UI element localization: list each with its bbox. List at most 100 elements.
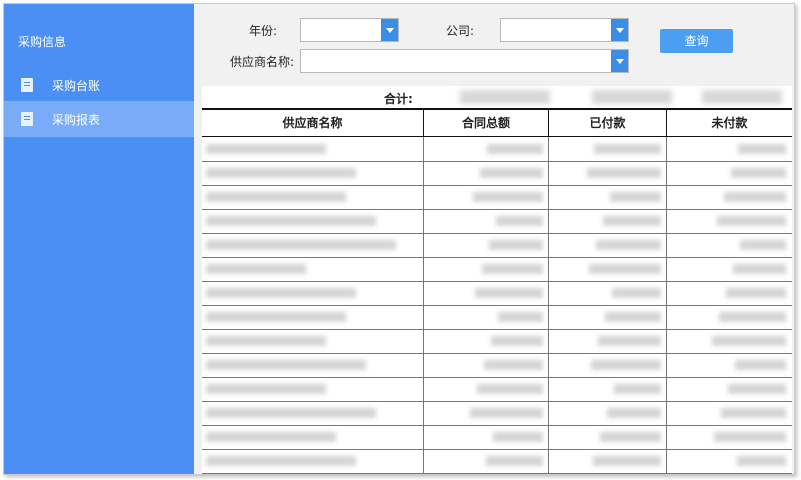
- redacted-value: [714, 432, 786, 442]
- redacted-value: [475, 288, 543, 298]
- redacted-value: [600, 432, 661, 442]
- redacted-value: [487, 144, 543, 154]
- table-row: [202, 425, 792, 450]
- redacted-value: [724, 192, 786, 202]
- sidebar-title: 采购信息: [18, 35, 67, 49]
- redacted-value: [733, 264, 786, 274]
- redacted-value: [482, 264, 543, 274]
- redacted-value: [614, 384, 661, 394]
- document-icon: [21, 112, 33, 126]
- cell-unpaid: [667, 377, 792, 401]
- header-supplier-name: 供应商名称: [202, 110, 424, 136]
- table-row: [202, 161, 792, 186]
- chevron-down-icon[interactable]: [611, 19, 628, 41]
- cell-unpaid: [667, 209, 792, 233]
- redacted-value: [719, 312, 786, 322]
- redacted-value: [206, 432, 336, 442]
- redacted-value: [728, 384, 786, 394]
- sidebar-item-purchase-ledger[interactable]: 采购台账: [4, 67, 194, 103]
- cell-paid: [549, 257, 667, 281]
- cell-paid: [549, 305, 667, 329]
- cell-contract-total: [424, 161, 549, 185]
- year-select[interactable]: [300, 18, 399, 42]
- redacted-value: [491, 336, 543, 346]
- app-window: 采购信息 采购台账 采购报表 年份: 公司: 供应商名称: 查询 合计: 供应商…: [3, 3, 795, 475]
- redacted-value: [206, 240, 396, 250]
- redacted-value: [206, 456, 356, 466]
- cell-unpaid: [667, 305, 792, 329]
- cell-supplier-name: [202, 233, 424, 257]
- sidebar-item-purchase-report[interactable]: 采购报表: [4, 101, 194, 137]
- redacted-value: [486, 456, 543, 466]
- cell-paid: [549, 377, 667, 401]
- main-panel: 年份: 公司: 供应商名称: 查询 合计: 供应商名称 合同总额 已付款 未付款: [194, 4, 794, 474]
- header-unpaid: 未付款: [711, 116, 748, 130]
- supplier-select[interactable]: [300, 49, 629, 73]
- redacted-value: [712, 336, 786, 346]
- total-contract-redacted: [460, 90, 550, 104]
- redacted-value: [496, 216, 543, 226]
- cell-paid: [549, 401, 667, 425]
- table-header: 供应商名称 合同总额 已付款 未付款: [202, 110, 792, 137]
- total-paid-redacted: [592, 90, 672, 104]
- redacted-value: [484, 360, 543, 370]
- redacted-value: [206, 264, 306, 274]
- cell-supplier-name: [202, 185, 424, 209]
- redacted-value: [721, 408, 786, 418]
- cell-supplier-name: [202, 281, 424, 305]
- redacted-value: [593, 456, 661, 466]
- redacted-value: [737, 456, 786, 466]
- cell-contract-total: [424, 401, 549, 425]
- cell-contract-total: [424, 449, 549, 473]
- sidebar: 采购信息 采购台账 采购报表: [4, 4, 194, 474]
- table-row: [202, 377, 792, 402]
- cell-unpaid: [667, 161, 792, 185]
- chevron-down-icon[interactable]: [611, 50, 628, 72]
- cell-supplier-name: [202, 401, 424, 425]
- redacted-value: [735, 360, 786, 370]
- redacted-value: [206, 144, 326, 154]
- cell-paid: [549, 425, 667, 449]
- cell-supplier-name: [202, 377, 424, 401]
- redacted-value: [206, 360, 366, 370]
- redacted-value: [726, 288, 786, 298]
- cell-contract-total: [424, 281, 549, 305]
- cell-paid: [549, 233, 667, 257]
- cell-contract-total: [424, 137, 549, 161]
- total-row: 合计:: [202, 86, 792, 108]
- redacted-value: [605, 312, 661, 322]
- table-row: [202, 449, 792, 474]
- cell-paid: [549, 185, 667, 209]
- redacted-value: [587, 168, 661, 178]
- redacted-value: [206, 312, 346, 322]
- cell-paid: [549, 137, 667, 161]
- table-row: [202, 137, 792, 162]
- redacted-value: [731, 168, 786, 178]
- query-button[interactable]: 查询: [660, 29, 733, 53]
- cell-unpaid: [667, 449, 792, 473]
- company-select[interactable]: [500, 18, 629, 42]
- redacted-value: [589, 264, 661, 274]
- cell-unpaid: [667, 401, 792, 425]
- table-row: [202, 257, 792, 282]
- cell-supplier-name: [202, 257, 424, 281]
- table-row: [202, 281, 792, 306]
- cell-paid: [549, 161, 667, 185]
- redacted-value: [477, 384, 543, 394]
- cell-unpaid: [667, 233, 792, 257]
- redacted-value: [206, 384, 326, 394]
- table-row: [202, 305, 792, 330]
- cell-unpaid: [667, 425, 792, 449]
- table-row: [202, 329, 792, 354]
- cell-supplier-name: [202, 329, 424, 353]
- cell-paid: [549, 329, 667, 353]
- report-table: 供应商名称 合同总额 已付款 未付款: [202, 108, 792, 474]
- sidebar-item-label: 采购报表: [52, 113, 101, 127]
- cell-unpaid: [667, 281, 792, 305]
- cell-supplier-name: [202, 449, 424, 473]
- cell-unpaid: [667, 329, 792, 353]
- redacted-value: [493, 432, 543, 442]
- table-row: [202, 209, 792, 234]
- chevron-down-icon[interactable]: [381, 19, 398, 41]
- redacted-value: [206, 288, 356, 298]
